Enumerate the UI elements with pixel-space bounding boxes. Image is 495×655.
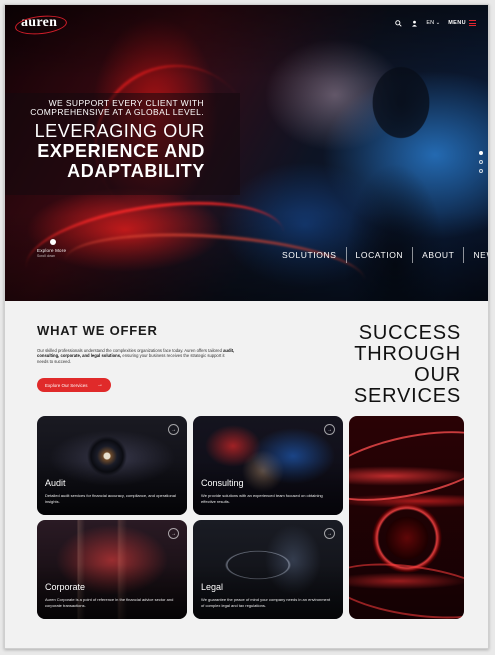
nav-item-about[interactable]: ABOUT bbox=[413, 250, 463, 260]
nav-item-solutions[interactable]: SOLUTIONS bbox=[273, 250, 346, 260]
slide-dot[interactable] bbox=[479, 169, 483, 173]
language-selector[interactable]: EN ⌄ bbox=[426, 20, 440, 26]
success-line: SUCCESS bbox=[358, 322, 461, 344]
hero-headline-line: LEVERAGING OUR bbox=[34, 121, 205, 141]
offer-title: WHAT WE OFFER bbox=[37, 323, 158, 338]
explore-label: Explore More bbox=[37, 248, 67, 253]
hero-section: auren EN ⌄ MENU WE SUPPORT EVERY CLIENT … bbox=[5, 5, 488, 301]
scroll-dot-icon bbox=[50, 239, 56, 245]
hero-headline-line: ADAPTABILITY bbox=[67, 161, 205, 181]
card-description: We guarantee the peace of mind your comp… bbox=[201, 597, 331, 608]
nav-item-location[interactable]: LOCATION bbox=[347, 250, 413, 260]
page-frame: auren EN ⌄ MENU WE SUPPORT EVERY CLIENT … bbox=[4, 4, 489, 649]
service-card-legal[interactable]: → Legal We guarantee the peace of mind y… bbox=[193, 520, 343, 619]
chevron-down-icon: ⌄ bbox=[434, 20, 441, 26]
service-card-audit[interactable]: → Audit Detailed audit services for fina… bbox=[37, 416, 187, 515]
light-ring bbox=[349, 554, 464, 619]
card-title: Corporate bbox=[45, 582, 86, 592]
explore-services-button[interactable]: Explore Our Services → bbox=[37, 378, 111, 392]
hero-subheadline: WE SUPPORT EVERY CLIENT WITH COMPREHENSI… bbox=[5, 99, 204, 117]
card-title: Legal bbox=[201, 582, 224, 592]
hero-headline: LEVERAGING OUR EXPERIENCE AND ADAPTABILI… bbox=[15, 121, 205, 181]
card-title: Consulting bbox=[201, 478, 244, 488]
menu-label: MENU bbox=[448, 20, 466, 26]
hero-navigation: SOLUTIONS LOCATION ABOUT NEWS bbox=[273, 247, 488, 263]
offer-description: Our skilled professionals understand the… bbox=[37, 348, 237, 364]
slide-dot[interactable] bbox=[479, 160, 483, 164]
arrow-circle-icon[interactable]: → bbox=[324, 424, 335, 435]
nav-item-news[interactable]: NEWS bbox=[464, 250, 488, 260]
hero-headline-line: EXPERIENCE AND bbox=[37, 141, 205, 161]
success-line: THROUGH bbox=[354, 343, 461, 365]
offer-text-intro: Our skilled professionals understand the… bbox=[37, 348, 224, 353]
arrow-circle-icon[interactable]: → bbox=[168, 528, 179, 539]
light-ring bbox=[349, 417, 464, 515]
user-icon[interactable] bbox=[410, 19, 418, 27]
card-title: Audit bbox=[45, 478, 66, 488]
hero-sub-line: COMPREHENSIVE AT A GLOBAL LEVEL. bbox=[30, 107, 204, 117]
decorative-orb-image bbox=[349, 416, 464, 619]
explore-more-link[interactable]: Explore More Scroll down bbox=[37, 239, 66, 258]
arrow-circle-icon[interactable]: → bbox=[168, 424, 179, 435]
card-description: Detailed audit services for financial ac… bbox=[45, 493, 176, 504]
success-heading: SUCCESS THROUGH OUR SERVICES bbox=[303, 323, 461, 407]
success-line: OUR SERVICES bbox=[353, 364, 461, 407]
cta-label: Explore Our Services bbox=[45, 382, 88, 388]
menu-button[interactable]: MENU bbox=[448, 20, 476, 26]
card-description: We provide solutions with an experienced… bbox=[201, 493, 323, 504]
search-icon[interactable] bbox=[394, 19, 402, 27]
language-label: EN bbox=[426, 20, 435, 26]
arrow-right-icon: → bbox=[97, 382, 103, 388]
card-description: Auren Corporate is a point of reference … bbox=[45, 597, 174, 608]
slide-indicators bbox=[479, 151, 483, 173]
top-bar: auren EN ⌄ MENU bbox=[5, 5, 488, 41]
service-card-corporate[interactable]: → Corporate Auren Corporate is a point o… bbox=[37, 520, 187, 619]
service-card-consulting[interactable]: → Consulting We provide solutions with a… bbox=[193, 416, 343, 515]
slide-dot[interactable] bbox=[479, 151, 483, 155]
explore-sublabel: Scroll down bbox=[37, 254, 56, 258]
hamburger-icon bbox=[469, 20, 476, 26]
arrow-circle-icon[interactable]: → bbox=[324, 528, 335, 539]
header-actions: EN ⌄ MENU bbox=[394, 19, 476, 27]
auren-logo[interactable]: auren bbox=[14, 13, 68, 37]
